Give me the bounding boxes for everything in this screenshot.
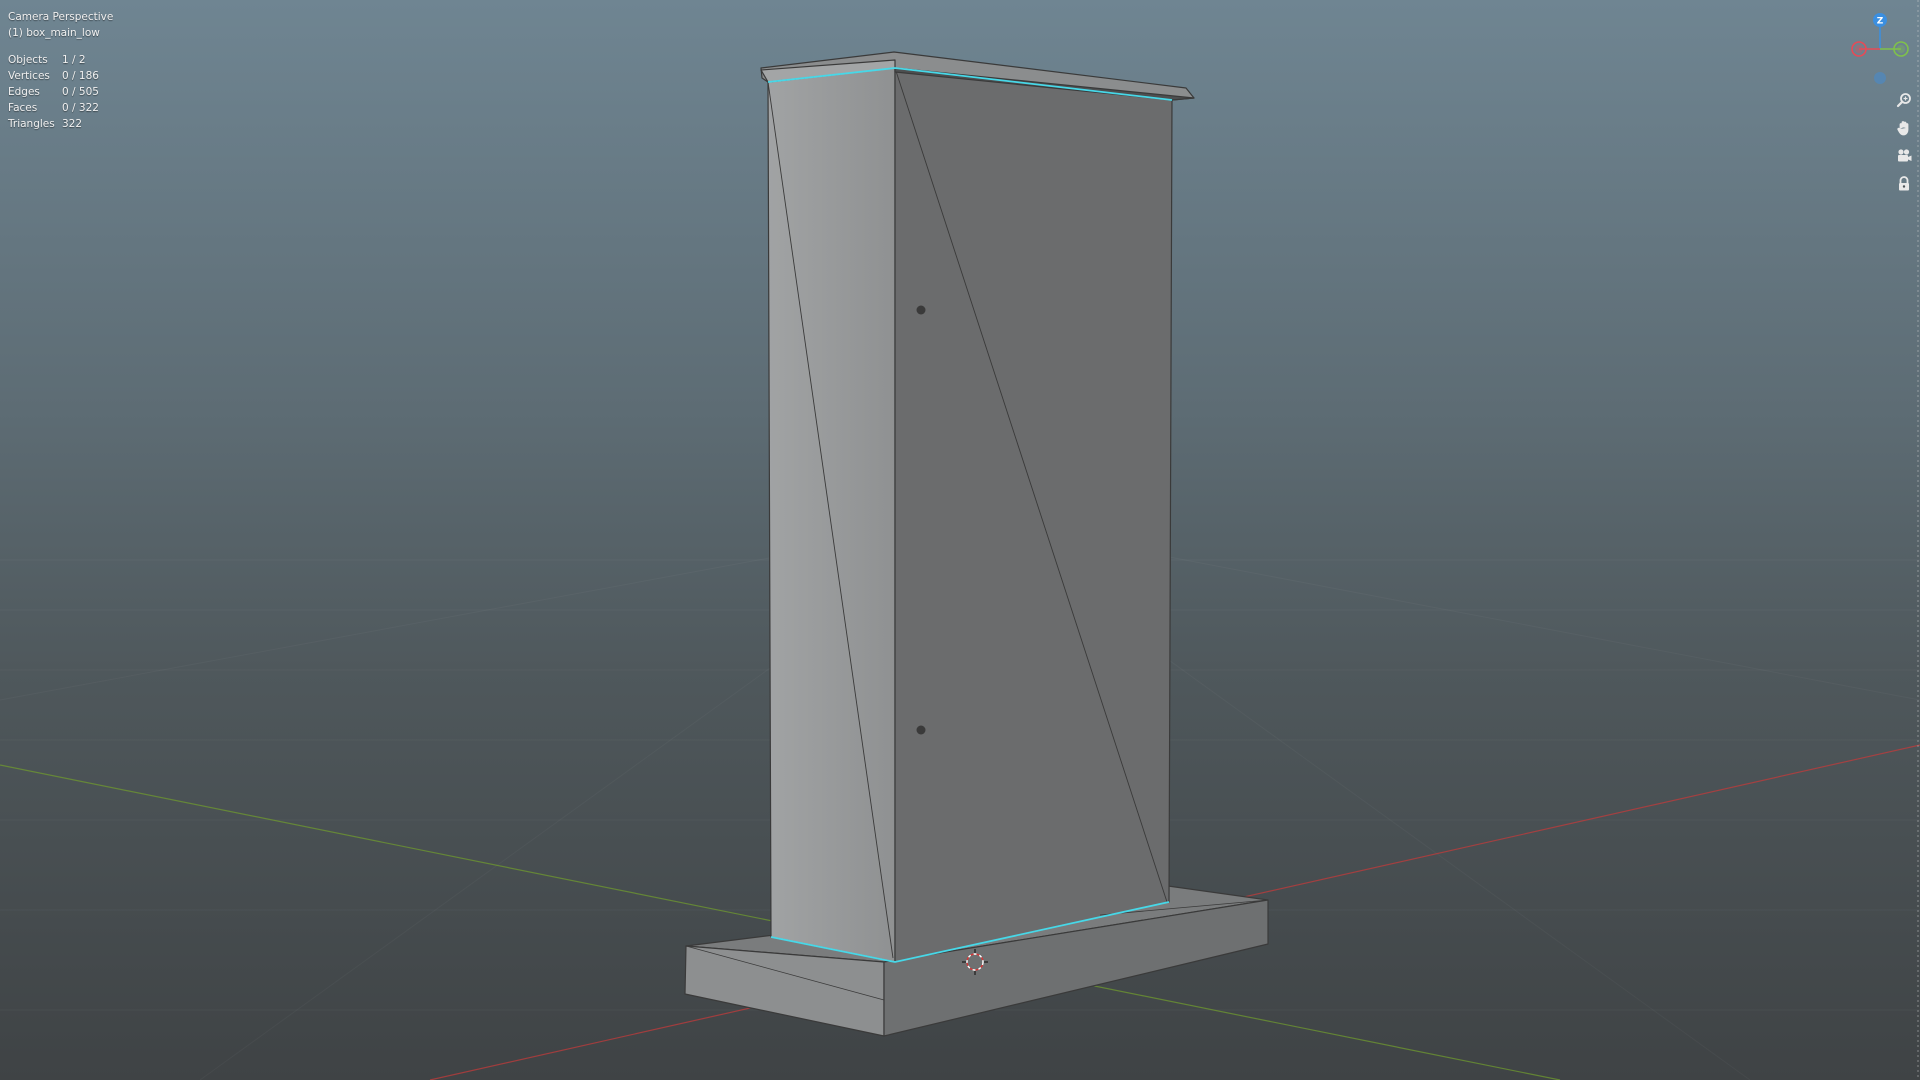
stat-label: Edges [8, 86, 40, 98]
view-name-label: Camera Perspective [8, 11, 114, 23]
stat-value: 0 / 505 [62, 86, 99, 98]
stat-label: Objects [8, 54, 48, 66]
stat-value: 0 / 322 [62, 102, 99, 114]
stats-table: Objects 1 / 2 Vertices 0 / 186 Edges 0 / 505 F… [8, 52, 99, 132]
lock-icon[interactable] [1893, 173, 1915, 195]
stats-row: Triangles 322 [8, 116, 99, 132]
stat-value: 322 [62, 118, 83, 130]
gizmo-z-label: Z [1877, 17, 1884, 27]
stat-value: 0 / 186 [62, 70, 99, 82]
zoom-icon[interactable] [1893, 89, 1915, 111]
box-left-face [767, 67, 896, 963]
stat-label: Faces [8, 102, 38, 114]
box-right-face [894, 67, 1173, 963]
gizmo-neg-z-handle[interactable] [1874, 72, 1886, 84]
3d-viewport[interactable]: Camera Perspective (1) box_main_low Obje… [0, 0, 1920, 1080]
gizmo-x-inner [1855, 45, 1863, 53]
stats-row: Edges 0 / 505 [8, 84, 99, 100]
hand-pan-icon[interactable] [1893, 117, 1915, 139]
active-object-label: (1) box_main_low [8, 27, 100, 39]
stats-row: Vertices 0 / 186 [8, 68, 99, 84]
viewport-stats-overlay: Camera Perspective (1) box_main_low Obje… [8, 9, 113, 132]
stats-row: Faces 0 / 322 [8, 100, 99, 116]
rivet-lower [916, 725, 926, 735]
stat-value: 1 / 2 [62, 54, 86, 66]
camera-icon[interactable] [1893, 145, 1915, 167]
gizmo-y-inner [1897, 45, 1905, 53]
stat-label: Vertices [8, 70, 50, 82]
rivet-upper [916, 305, 926, 315]
scene-canvas[interactable] [0, 0, 1920, 1080]
stats-row: Objects 1 / 2 [8, 52, 99, 68]
stat-label: Triangles [8, 118, 55, 130]
